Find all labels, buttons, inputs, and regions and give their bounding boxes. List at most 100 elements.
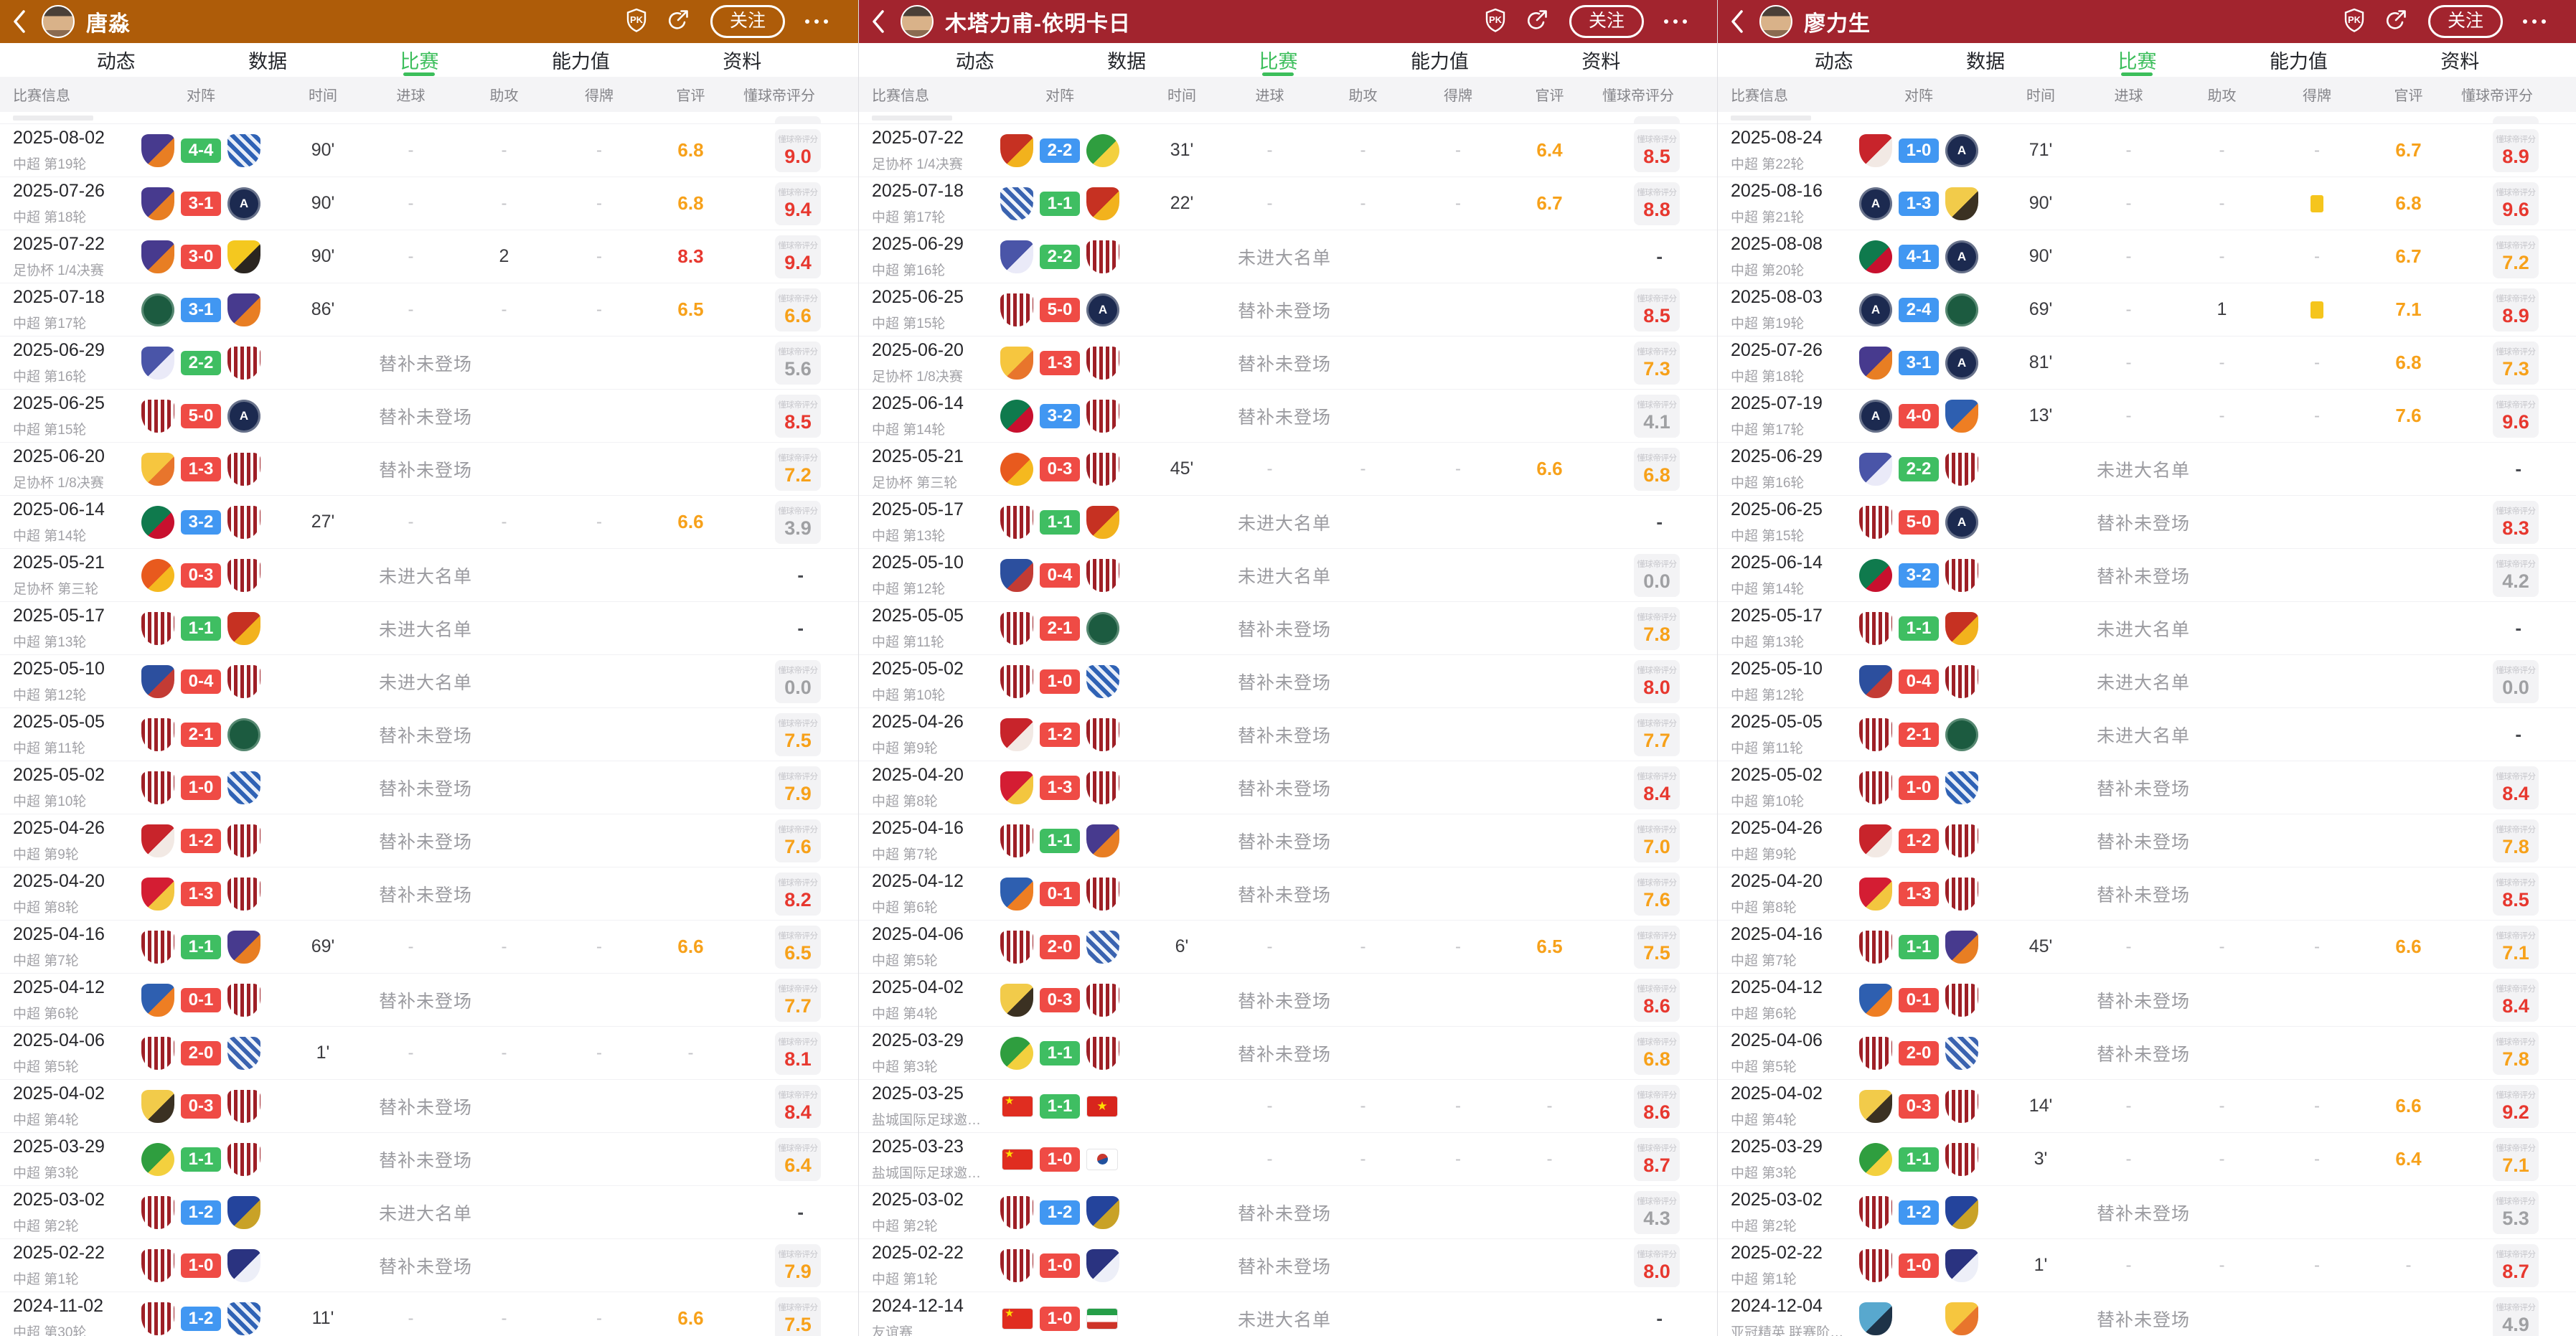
match-row[interactable]: 2025-05-02中超 第10轮1-0替补未登场懂球帝评分7.9 [0, 761, 858, 814]
match-row[interactable]: 2025-05-05中超 第11轮2-1未进大名单- [1718, 708, 2576, 761]
official-rating: 6.8 [2356, 192, 2460, 215]
match-row[interactable]: 2025-02-22中超 第1轮1-0替补未登场懂球帝评分8.0 [859, 1239, 1717, 1292]
tab-profile[interactable]: 资料 [1581, 43, 1620, 77]
back-button[interactable] [870, 7, 889, 36]
match-row[interactable]: 2025-04-16中超 第7轮1-145'---6.6懂球帝评分7.1 [1718, 921, 2576, 974]
back-button[interactable] [11, 7, 30, 36]
back-button[interactable] [1729, 7, 1748, 36]
match-row[interactable]: 2024-12-14友谊赛★1-0未进大名单- [859, 1292, 1717, 1336]
match-row[interactable]: 2025-07-18中超 第17轮1-122'---6.7懂球帝评分8.8 [859, 177, 1717, 230]
match-row[interactable]: 2025-05-10中超 第12轮0-4未进大名单懂球帝评分0.0 [0, 655, 858, 708]
match-row[interactable]: 2025-04-20中超 第8轮1-3替补未登场懂球帝评分8.5 [1718, 867, 2576, 921]
tab-dynamics[interactable]: 动态 [97, 43, 136, 77]
share-icon[interactable] [1526, 8, 1549, 36]
tab-data[interactable]: 数据 [1966, 43, 2005, 77]
match-row[interactable]: 2025-06-20足协杯 1/8决赛1-3替补未登场懂球帝评分7.2 [0, 443, 858, 496]
match-row[interactable]: 2025-03-23盐城国际足球邀…★1-0----懂球帝评分8.7 [859, 1133, 1717, 1186]
match-row[interactable]: 2025-05-05中超 第11轮2-1替补未登场懂球帝评分7.5 [0, 708, 858, 761]
match-row[interactable]: 2025-03-29中超 第3轮1-1替补未登场懂球帝评分6.8 [859, 1027, 1717, 1080]
share-icon[interactable] [667, 8, 690, 36]
match-row[interactable]: 2025-06-29中超 第16轮2-2替补未登场懂球帝评分5.6 [0, 337, 858, 390]
match-row[interactable]: 2025-06-25中超 第15轮5-0A替补未登场懂球帝评分8.3 [1718, 496, 2576, 549]
match-row[interactable]: 2025-05-17中超 第13轮1-1未进大名单- [0, 602, 858, 655]
match-row[interactable]: 2025-05-17中超 第13轮1-1未进大名单- [859, 496, 1717, 549]
match-row[interactable]: 2025-04-02中超 第4轮0-3替补未登场懂球帝评分8.6 [859, 974, 1717, 1027]
match-row[interactable]: 2025-06-29中超 第16轮2-2未进大名单- [1718, 443, 2576, 496]
match-row[interactable]: 2025-04-20中超 第8轮1-3替补未登场懂球帝评分8.2 [0, 867, 858, 921]
match-row[interactable]: 2025-05-02中超 第10轮1-0替补未登场懂球帝评分8.0 [859, 655, 1717, 708]
share-icon[interactable] [2385, 8, 2408, 36]
match-row[interactable]: 2024-11-02中超 第30轮1-211'---6.6懂球帝评分7.5 [0, 1292, 858, 1336]
match-row[interactable]: 2025-04-02中超 第4轮0-3替补未登场懂球帝评分8.4 [0, 1080, 858, 1133]
match-row[interactable]: 2025-03-29中超 第3轮1-1替补未登场懂球帝评分6.4 [0, 1133, 858, 1186]
match-row[interactable]: 2025-04-02中超 第4轮0-314'---6.6懂球帝评分9.2 [1718, 1080, 2576, 1133]
pk-badge-icon[interactable]: PK [1485, 8, 1506, 36]
match-row[interactable]: 2025-04-06中超 第5轮2-0替补未登场懂球帝评分7.8 [1718, 1027, 2576, 1080]
match-row[interactable]: 2025-08-08中超 第20轮4-1A90'---6.7懂球帝评分7.2 [1718, 230, 2576, 283]
pk-badge-icon[interactable]: PK [626, 8, 647, 36]
match-row[interactable]: 2025-08-02中超 第19轮4-490'---6.8懂球帝评分9.0 [0, 124, 858, 177]
match-row[interactable]: 2025-04-26中超 第9轮1-2替补未登场懂球帝评分7.8 [1718, 814, 2576, 867]
tab-matches[interactable]: 比赛 [400, 43, 438, 77]
match-row[interactable]: 2025-07-19中超 第17轮A4-013'---7.6懂球帝评分9.6 [1718, 390, 2576, 443]
more-options-button[interactable] [2523, 19, 2546, 24]
match-row[interactable]: 2025-02-22中超 第1轮1-01'----懂球帝评分8.7 [1718, 1239, 2576, 1292]
match-row[interactable]: 2025-03-25盐城国际足球邀…★1-1★----懂球帝评分8.6 [859, 1080, 1717, 1133]
match-row[interactable]: 2025-03-02中超 第2轮1-2未进大名单- [0, 1186, 858, 1239]
tab-dynamics[interactable]: 动态 [956, 43, 995, 77]
tab-data[interactable]: 数据 [248, 43, 287, 77]
tab-data[interactable]: 数据 [1107, 43, 1146, 77]
match-row[interactable]: 2025-02-22中超 第1轮1-0替补未登场懂球帝评分7.9 [0, 1239, 858, 1292]
match-row[interactable]: 2025-05-05中超 第11轮2-1替补未登场懂球帝评分7.8 [859, 602, 1717, 655]
match-row[interactable]: 2025-04-06中超 第5轮2-01'----懂球帝评分8.1 [0, 1027, 858, 1080]
match-row[interactable]: 2025-05-10中超 第12轮0-4未进大名单懂球帝评分0.0 [1718, 655, 2576, 708]
match-row[interactable]: 2025-07-26中超 第18轮3-1A90'---6.8懂球帝评分9.4 [0, 177, 858, 230]
match-row[interactable]: 2025-06-25中超 第15轮5-0A替补未登场懂球帝评分8.5 [859, 283, 1717, 337]
tab-profile[interactable]: 资料 [2440, 43, 2479, 77]
match-row[interactable]: 2025-04-12中超 第6轮0-1替补未登场懂球帝评分7.6 [859, 867, 1717, 921]
more-options-button[interactable] [805, 19, 828, 24]
match-row[interactable]: 2025-06-14中超 第14轮3-2替补未登场懂球帝评分4.2 [1718, 549, 2576, 602]
match-row[interactable]: 2025-07-18中超 第17轮3-186'---6.5懂球帝评分6.6 [0, 283, 858, 337]
tab-ability[interactable]: 能力值 [2270, 43, 2328, 77]
match-row[interactable]: 2025-06-14中超 第14轮3-2替补未登场懂球帝评分4.1 [859, 390, 1717, 443]
match-row[interactable]: 2025-04-12中超 第6轮0-1替补未登场懂球帝评分8.4 [1718, 974, 2576, 1027]
match-row[interactable]: 2025-04-16中超 第7轮1-169'---6.6懂球帝评分6.5 [0, 921, 858, 974]
match-row[interactable]: 2025-08-03中超 第19轮A2-469'-17.1懂球帝评分8.9 [1718, 283, 2576, 337]
tab-matches[interactable]: 比赛 [2117, 43, 2156, 77]
tab-ability[interactable]: 能力值 [1411, 43, 1469, 77]
tab-dynamics[interactable]: 动态 [1815, 43, 1853, 77]
match-row[interactable]: 2025-08-16中超 第21轮A1-390'--6.8懂球帝评分9.6 [1718, 177, 2576, 230]
match-row[interactable]: 2025-07-22足协杯 1/4决赛2-231'---6.4懂球帝评分8.5 [859, 124, 1717, 177]
match-row[interactable]: 2025-05-10中超 第12轮0-4未进大名单懂球帝评分0.0 [859, 549, 1717, 602]
match-row[interactable]: 2025-03-02中超 第2轮1-2替补未登场懂球帝评分4.3 [859, 1186, 1717, 1239]
pk-badge-icon[interactable]: PK [2344, 8, 2365, 36]
match-row[interactable]: 2025-06-20足协杯 1/8决赛1-3替补未登场懂球帝评分7.3 [859, 337, 1717, 390]
match-row[interactable]: 2025-07-22足协杯 1/4决赛3-090'-2-8.3懂球帝评分9.4 [0, 230, 858, 283]
match-row[interactable]: 2025-04-26中超 第9轮1-2替补未登场懂球帝评分7.7 [859, 708, 1717, 761]
match-row[interactable]: 2025-08-24中超 第22轮1-0A71'---6.7懂球帝评分8.9 [1718, 124, 2576, 177]
follow-button[interactable]: 关注 [710, 5, 785, 38]
match-row[interactable]: 2025-03-29中超 第3轮1-13'---6.4懂球帝评分7.1 [1718, 1133, 2576, 1186]
match-row[interactable]: 2025-04-16中超 第7轮1-1替补未登场懂球帝评分7.0 [859, 814, 1717, 867]
follow-button[interactable]: 关注 [2428, 5, 2503, 38]
match-row[interactable]: 2025-04-06中超 第5轮2-06'---6.5懂球帝评分7.5 [859, 921, 1717, 974]
tab-matches[interactable]: 比赛 [1259, 43, 1297, 77]
follow-button[interactable]: 关注 [1569, 5, 1644, 38]
match-row[interactable]: 2025-04-26中超 第9轮1-2替补未登场懂球帝评分7.6 [0, 814, 858, 867]
tab-profile[interactable]: 资料 [723, 43, 761, 77]
match-row[interactable]: 2025-03-02中超 第2轮1-2替补未登场懂球帝评分5.3 [1718, 1186, 2576, 1239]
tab-ability[interactable]: 能力值 [552, 43, 610, 77]
match-row[interactable]: 2025-04-12中超 第6轮0-1替补未登场懂球帝评分7.7 [0, 974, 858, 1027]
match-row[interactable]: 2025-05-02中超 第10轮1-0替补未登场懂球帝评分8.4 [1718, 761, 2576, 814]
match-row[interactable]: 2025-05-21足协杯 第三轮0-345'---6.6懂球帝评分6.8 [859, 443, 1717, 496]
match-row[interactable]: 2025-04-20中超 第8轮1-3替补未登场懂球帝评分8.4 [859, 761, 1717, 814]
match-row[interactable]: 2025-06-29中超 第16轮2-2未进大名单- [859, 230, 1717, 283]
match-row[interactable]: 2024-12-04亚冠精英 联赛阶…0-0替补未登场懂球帝评分4.9 [1718, 1292, 2576, 1336]
match-row[interactable]: 2025-06-14中超 第14轮3-227'---6.6懂球帝评分3.9 [0, 496, 858, 549]
match-row[interactable]: 2025-07-26中超 第18轮3-1A81'---6.8懂球帝评分7.3 [1718, 337, 2576, 390]
match-row[interactable]: 2025-05-17中超 第13轮1-1未进大名单- [1718, 602, 2576, 655]
match-row[interactable]: 2025-05-21足协杯 第三轮0-3未进大名单- [0, 549, 858, 602]
more-options-button[interactable] [1664, 19, 1687, 24]
match-row[interactable]: 2025-06-25中超 第15轮5-0A替补未登场懂球帝评分8.5 [0, 390, 858, 443]
